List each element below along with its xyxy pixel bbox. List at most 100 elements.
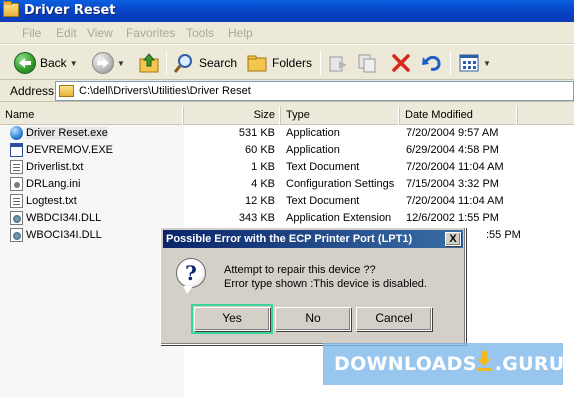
file-size: 1 KB <box>251 161 275 173</box>
menu-file[interactable]: File <box>22 26 41 40</box>
chevron-down-icon[interactable]: ▼ <box>70 59 78 68</box>
copy-to-icon <box>358 54 376 73</box>
column-size-label: Size <box>253 109 275 121</box>
no-button[interactable]: No <box>275 307 351 331</box>
file-size: 12 KB <box>245 195 275 207</box>
back-label: Back <box>40 56 67 70</box>
column-header-name[interactable]: Name <box>0 106 184 125</box>
chevron-down-icon[interactable]: ▼ <box>117 59 125 68</box>
up-folder-icon <box>139 53 159 73</box>
folders-icon <box>247 55 267 72</box>
question-icon: ? <box>176 258 206 294</box>
column-type-label: Type <box>286 109 310 121</box>
file-name[interactable]: Driverlist.txt <box>26 161 83 173</box>
file-row[interactable]: DEVREMOV.EXE 60 KB Application 6/29/2004… <box>0 142 574 159</box>
up-folder-button[interactable] <box>138 49 160 77</box>
dialog-message-line1: Attempt to repair this device ?? <box>224 264 376 276</box>
column-header-size[interactable]: Size <box>184 106 281 125</box>
file-row[interactable]: DRLang.ini 4 KB Configuration Settings 7… <box>0 176 574 193</box>
dialog-message-line2: Error type shown :This device is disable… <box>224 278 427 290</box>
undo-icon <box>422 56 441 71</box>
views-grid-icon <box>459 54 479 72</box>
toolbar: Back ▼ ▼ Search Folders ▼ <box>0 44 574 80</box>
ini-file-icon <box>10 177 23 191</box>
address-label: Address <box>10 84 55 98</box>
file-modified: 6/29/2004 4:58 PM <box>406 144 499 156</box>
file-row[interactable]: Driver Reset.exe 531 KB Application 7/20… <box>0 125 574 142</box>
views-button[interactable]: ▼ <box>458 49 491 77</box>
file-type: Application <box>286 127 340 139</box>
file-row[interactable]: Logtest.txt 12 KB Text Document 7/20/200… <box>0 193 574 210</box>
search-icon <box>173 54 192 73</box>
download-arrow-icon <box>477 351 491 371</box>
menu-bar: File Edit View Favorites Tools Help <box>0 22 574 44</box>
menu-tools[interactable]: Tools <box>186 26 214 40</box>
file-row[interactable]: WBDCI34I.DLL 343 KB Application Extensio… <box>0 210 574 227</box>
watermark: DOWNLOADS .GURU <box>323 343 565 385</box>
forward-arrow-icon <box>92 52 114 74</box>
folder-icon <box>3 1 19 17</box>
dialog-close-button[interactable]: X <box>445 232 461 246</box>
back-arrow-icon <box>14 52 36 74</box>
window-exe-icon <box>10 143 23 157</box>
address-bar: Address C:\dell\Drivers\Utilities\Driver… <box>0 80 574 102</box>
address-field[interactable]: C:\dell\Drivers\Utilities\Driver Reset <box>55 81 574 101</box>
search-button[interactable]: Search <box>173 49 237 77</box>
file-type: Text Document <box>286 195 360 207</box>
delete-button[interactable] <box>390 49 412 77</box>
error-dialog[interactable]: Possible Error with the ECP Printer Port… <box>160 227 466 345</box>
menu-edit[interactable]: Edit <box>56 26 77 40</box>
file-size: 531 KB <box>238 127 275 139</box>
move-to-button[interactable] <box>327 49 349 77</box>
copy-to-button[interactable] <box>357 49 379 77</box>
file-name[interactable]: DEVREMOV.EXE <box>26 144 113 156</box>
file-name[interactable]: DRLang.ini <box>26 178 80 190</box>
file-modified: 12/6/2002 1:55 PM <box>406 212 499 224</box>
yes-button[interactable]: Yes <box>191 304 273 334</box>
file-type: Configuration Settings <box>286 178 395 190</box>
back-button[interactable]: Back ▼ <box>14 49 78 77</box>
column-header-modified[interactable]: Date Modified <box>400 106 518 125</box>
text-file-icon <box>10 160 23 174</box>
forward-button[interactable]: ▼ <box>92 49 125 77</box>
dialog-title-bar[interactable]: Possible Error with the ECP Printer Port… <box>163 230 463 248</box>
file-size: 60 KB <box>245 144 275 156</box>
address-path[interactable]: C:\dell\Drivers\Utilities\Driver Reset <box>79 85 251 97</box>
file-modified: 7/20/2004 9:57 AM <box>406 127 499 139</box>
text-file-icon <box>10 194 23 208</box>
menu-favorites[interactable]: Favorites <box>126 26 175 40</box>
watermark-text: DOWNLOADS .GURU <box>334 353 565 375</box>
window-title: Driver Reset <box>24 3 116 18</box>
globe-exe-icon <box>10 126 23 140</box>
file-name[interactable]: WBDCI34I.DLL <box>26 212 101 224</box>
dll-file-icon <box>10 211 23 225</box>
file-size: 343 KB <box>238 212 275 224</box>
chevron-down-icon[interactable]: ▼ <box>483 59 491 68</box>
file-name[interactable]: Driver Reset.exe <box>26 127 108 139</box>
folder-icon <box>59 85 74 97</box>
column-header-type[interactable]: Type <box>281 106 400 125</box>
dll-file-icon <box>10 228 23 242</box>
file-modified: 7/20/2004 11:04 AM <box>406 195 504 207</box>
file-modified: 7/15/2004 3:32 PM <box>406 178 499 190</box>
file-type: Application Extension <box>286 212 392 224</box>
dialog-message: Attempt to repair this device ?? Error t… <box>224 263 427 291</box>
folders-label: Folders <box>272 56 313 70</box>
file-row[interactable]: Driverlist.txt 1 KB Text Document 7/20/2… <box>0 159 574 176</box>
move-to-icon <box>329 56 347 72</box>
file-size: 4 KB <box>251 178 275 190</box>
menu-help[interactable]: Help <box>228 26 253 40</box>
title-bar[interactable]: Driver Reset <box>0 0 574 22</box>
list-header: Name Size Type Date Modified <box>0 106 574 125</box>
file-type: Application <box>286 144 340 156</box>
file-modified: :55 PM <box>486 229 521 241</box>
undo-button[interactable] <box>421 49 443 77</box>
file-name[interactable]: Logtest.txt <box>26 195 77 207</box>
menu-view[interactable]: View <box>87 26 113 40</box>
search-label: Search <box>199 56 238 70</box>
column-modified-label: Date Modified <box>405 109 473 121</box>
folders-button[interactable]: Folders <box>246 49 312 77</box>
cancel-button[interactable]: Cancel <box>356 307 432 331</box>
delete-x-icon <box>392 54 410 72</box>
file-name[interactable]: WBOCI34I.DLL <box>26 229 102 241</box>
